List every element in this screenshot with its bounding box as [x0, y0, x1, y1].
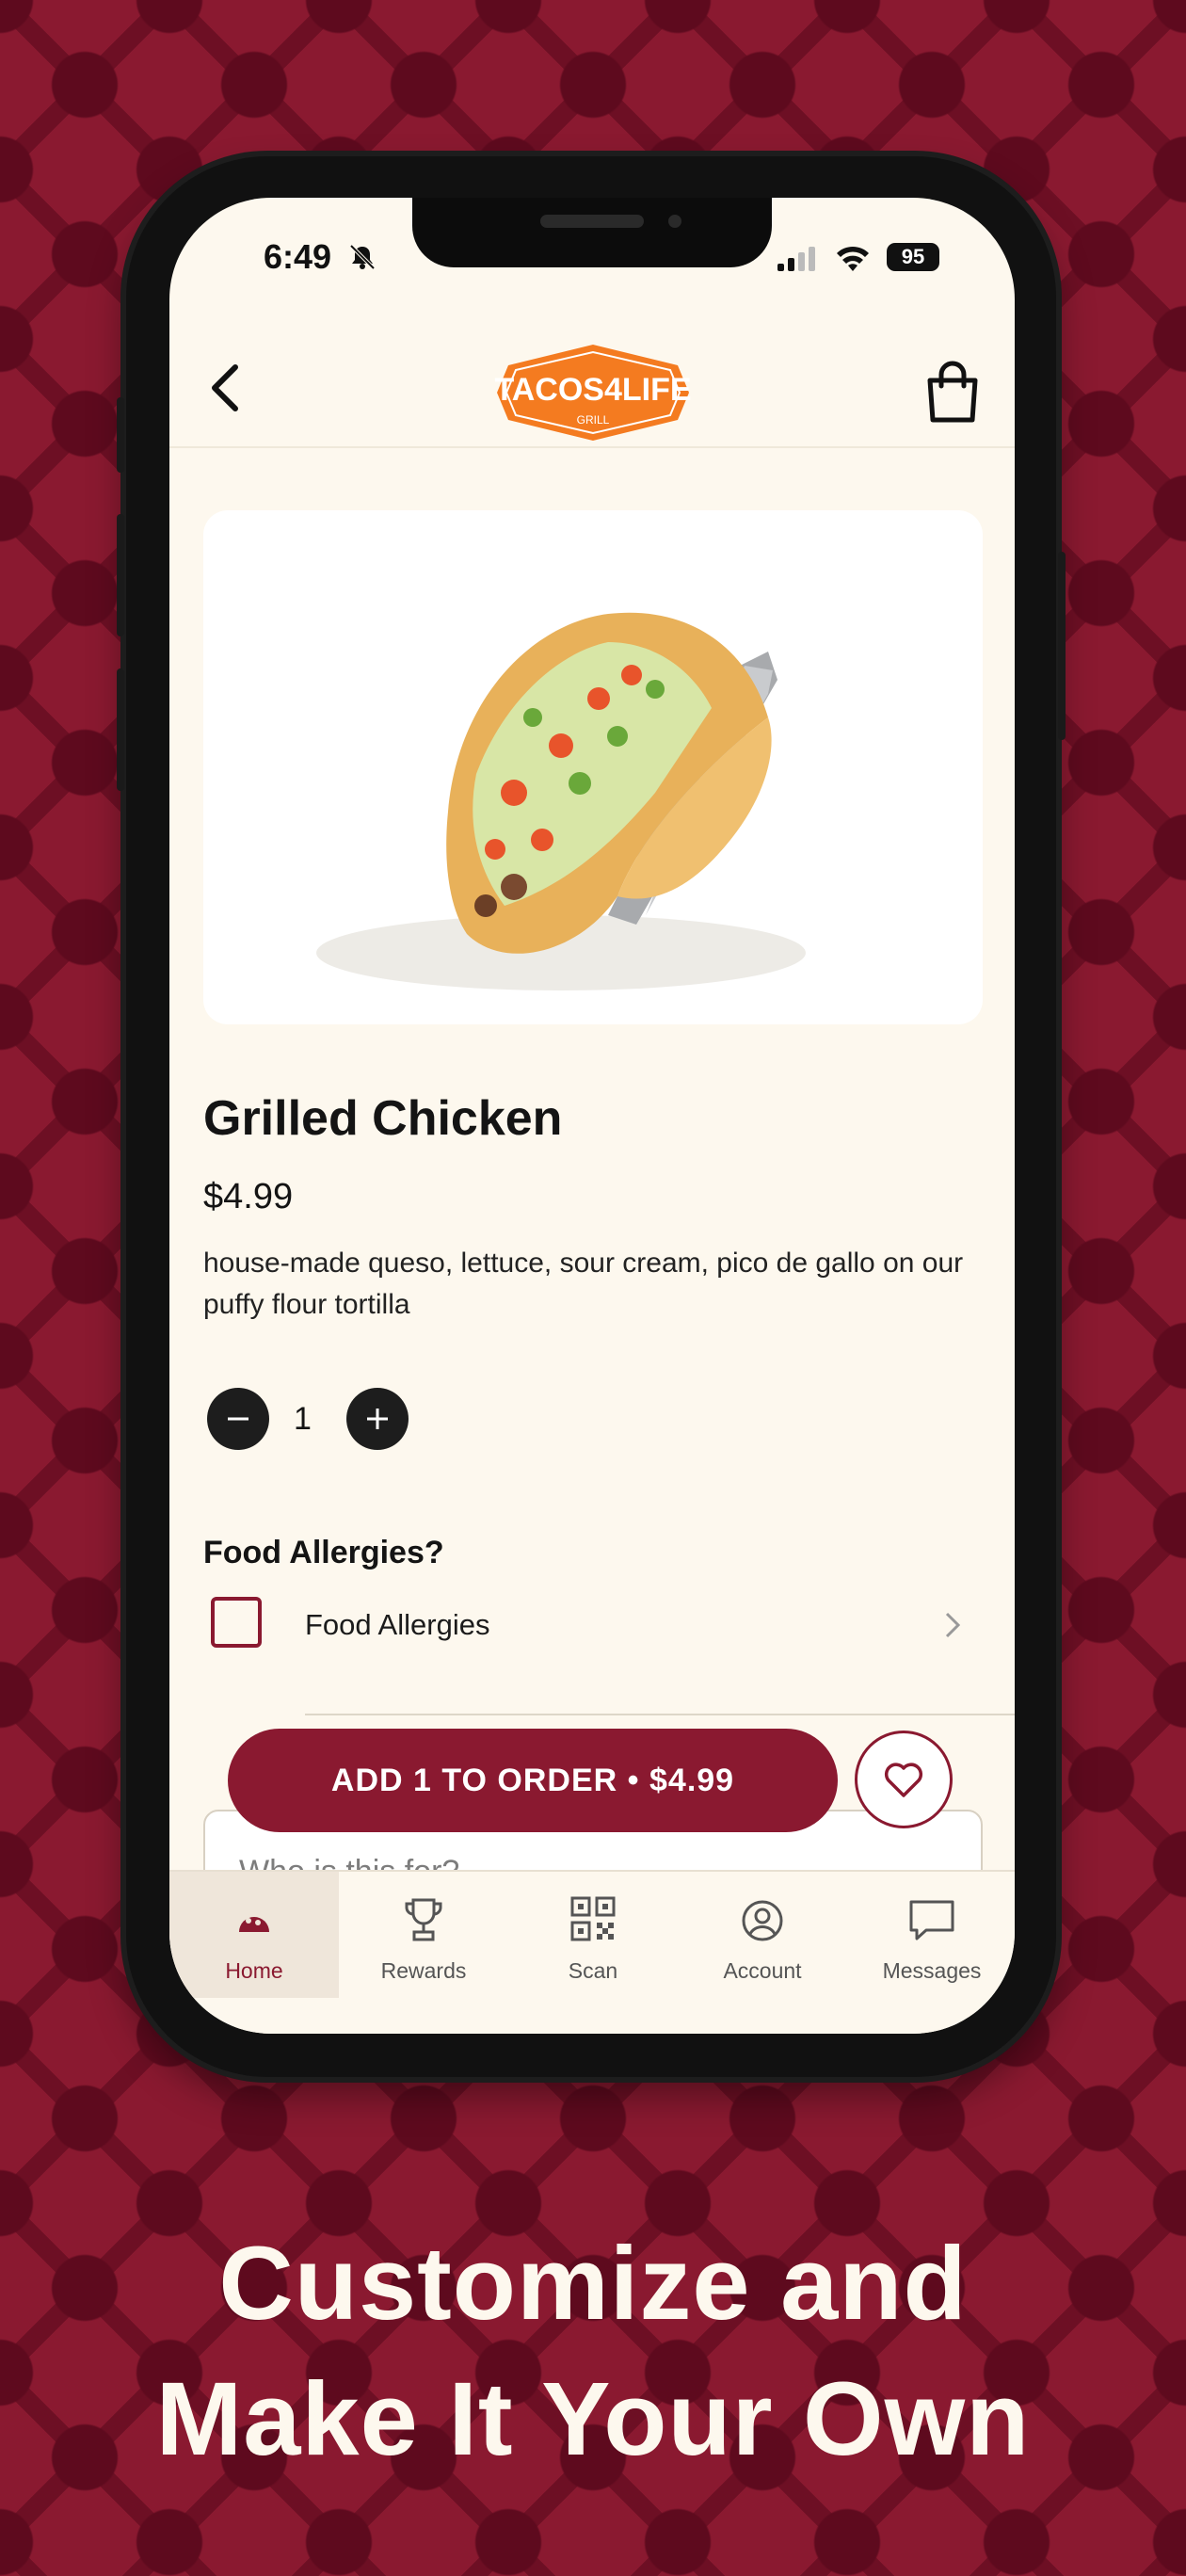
tab-home[interactable]: Home — [169, 1872, 339, 1998]
power-button — [1058, 552, 1066, 740]
quantity-value: 1 — [294, 1401, 312, 1437]
minus-icon — [228, 1417, 248, 1421]
app-header: TACOS4LIFE GRILL — [169, 311, 1015, 448]
caption-line-2: Make It Your Own — [155, 2361, 1031, 2477]
volume-up-button — [117, 514, 124, 636]
food-allergies-label: Food Allergies — [305, 1608, 490, 1641]
increase-quantity-button[interactable] — [346, 1388, 409, 1450]
favorite-button[interactable] — [855, 1731, 953, 1828]
tab-account[interactable]: Account — [678, 1872, 847, 1998]
marketing-caption: Customize and Make It Your Own — [0, 2216, 1186, 2487]
plus-icon — [367, 1409, 388, 1429]
tab-account-label: Account — [723, 1958, 802, 1983]
mute-switch — [117, 397, 124, 473]
add-to-order-button[interactable]: ADD 1 TO ORDER • $4.99 — [228, 1729, 838, 1832]
food-allergies-heading: Food Allergies? — [203, 1535, 444, 1570]
decrease-quantity-button[interactable] — [207, 1388, 269, 1450]
tacos4life-logo[interactable]: TACOS4LIFE GRILL — [489, 339, 697, 446]
notch — [412, 198, 772, 267]
wifi-icon — [837, 246, 869, 271]
signal-icon — [777, 247, 815, 271]
volume-down-button — [117, 668, 124, 791]
chevron-right-icon — [945, 1612, 961, 1638]
qr-code-icon — [570, 1896, 616, 1941]
taco-icon — [239, 1917, 269, 1932]
tab-scan-label: Scan — [568, 1958, 618, 1983]
food-allergies-option[interactable]: Food Allergies — [203, 1597, 1015, 1687]
app-screen: 6:49 95 TACOS4LIFE GRILL Grilled Chicken… — [169, 198, 1015, 2034]
tab-home-label: Home — [225, 1958, 283, 1983]
tab-messages[interactable]: Messages — [847, 1872, 1015, 1998]
status-time: 6:49 — [264, 237, 332, 276]
taco-photo — [316, 612, 806, 990]
front-camera — [668, 215, 681, 228]
tab-rewards[interactable]: Rewards — [339, 1872, 508, 1998]
tab-messages-label: Messages — [882, 1958, 982, 1983]
logo-subtext: GRILL — [577, 413, 610, 427]
tab-scan[interactable]: Scan — [508, 1872, 678, 1998]
tab-rewards-label: Rewards — [380, 1958, 467, 1983]
bell-slash-icon — [349, 244, 376, 270]
item-image — [203, 510, 983, 1024]
battery-icon: 95 — [887, 243, 939, 271]
item-description: house-made queso, lettuce, sour cream, p… — [203, 1248, 964, 1320]
caption-line-1: Customize and — [218, 2226, 968, 2342]
message-icon — [909, 1900, 954, 1940]
account-icon — [742, 1900, 783, 1941]
divider — [305, 1714, 1015, 1715]
logo-text: TACOS4LIFE — [494, 372, 691, 408]
speaker — [540, 215, 644, 228]
heart-icon — [884, 1763, 923, 1797]
bottom-tab-bar: Home Rewards Scan Account Messages — [169, 1870, 1015, 2034]
food-allergies-checkbox[interactable] — [211, 1597, 262, 1648]
phone-frame: 6:49 95 TACOS4LIFE GRILL Grilled Chicken… — [117, 156, 1066, 2077]
item-title: Grilled Chicken — [203, 1091, 563, 1146]
trophy-icon — [405, 1898, 442, 1941]
shopping-bag-icon[interactable] — [922, 358, 983, 424]
item-price: $4.99 — [203, 1177, 294, 1216]
back-button[interactable] — [203, 360, 250, 416]
